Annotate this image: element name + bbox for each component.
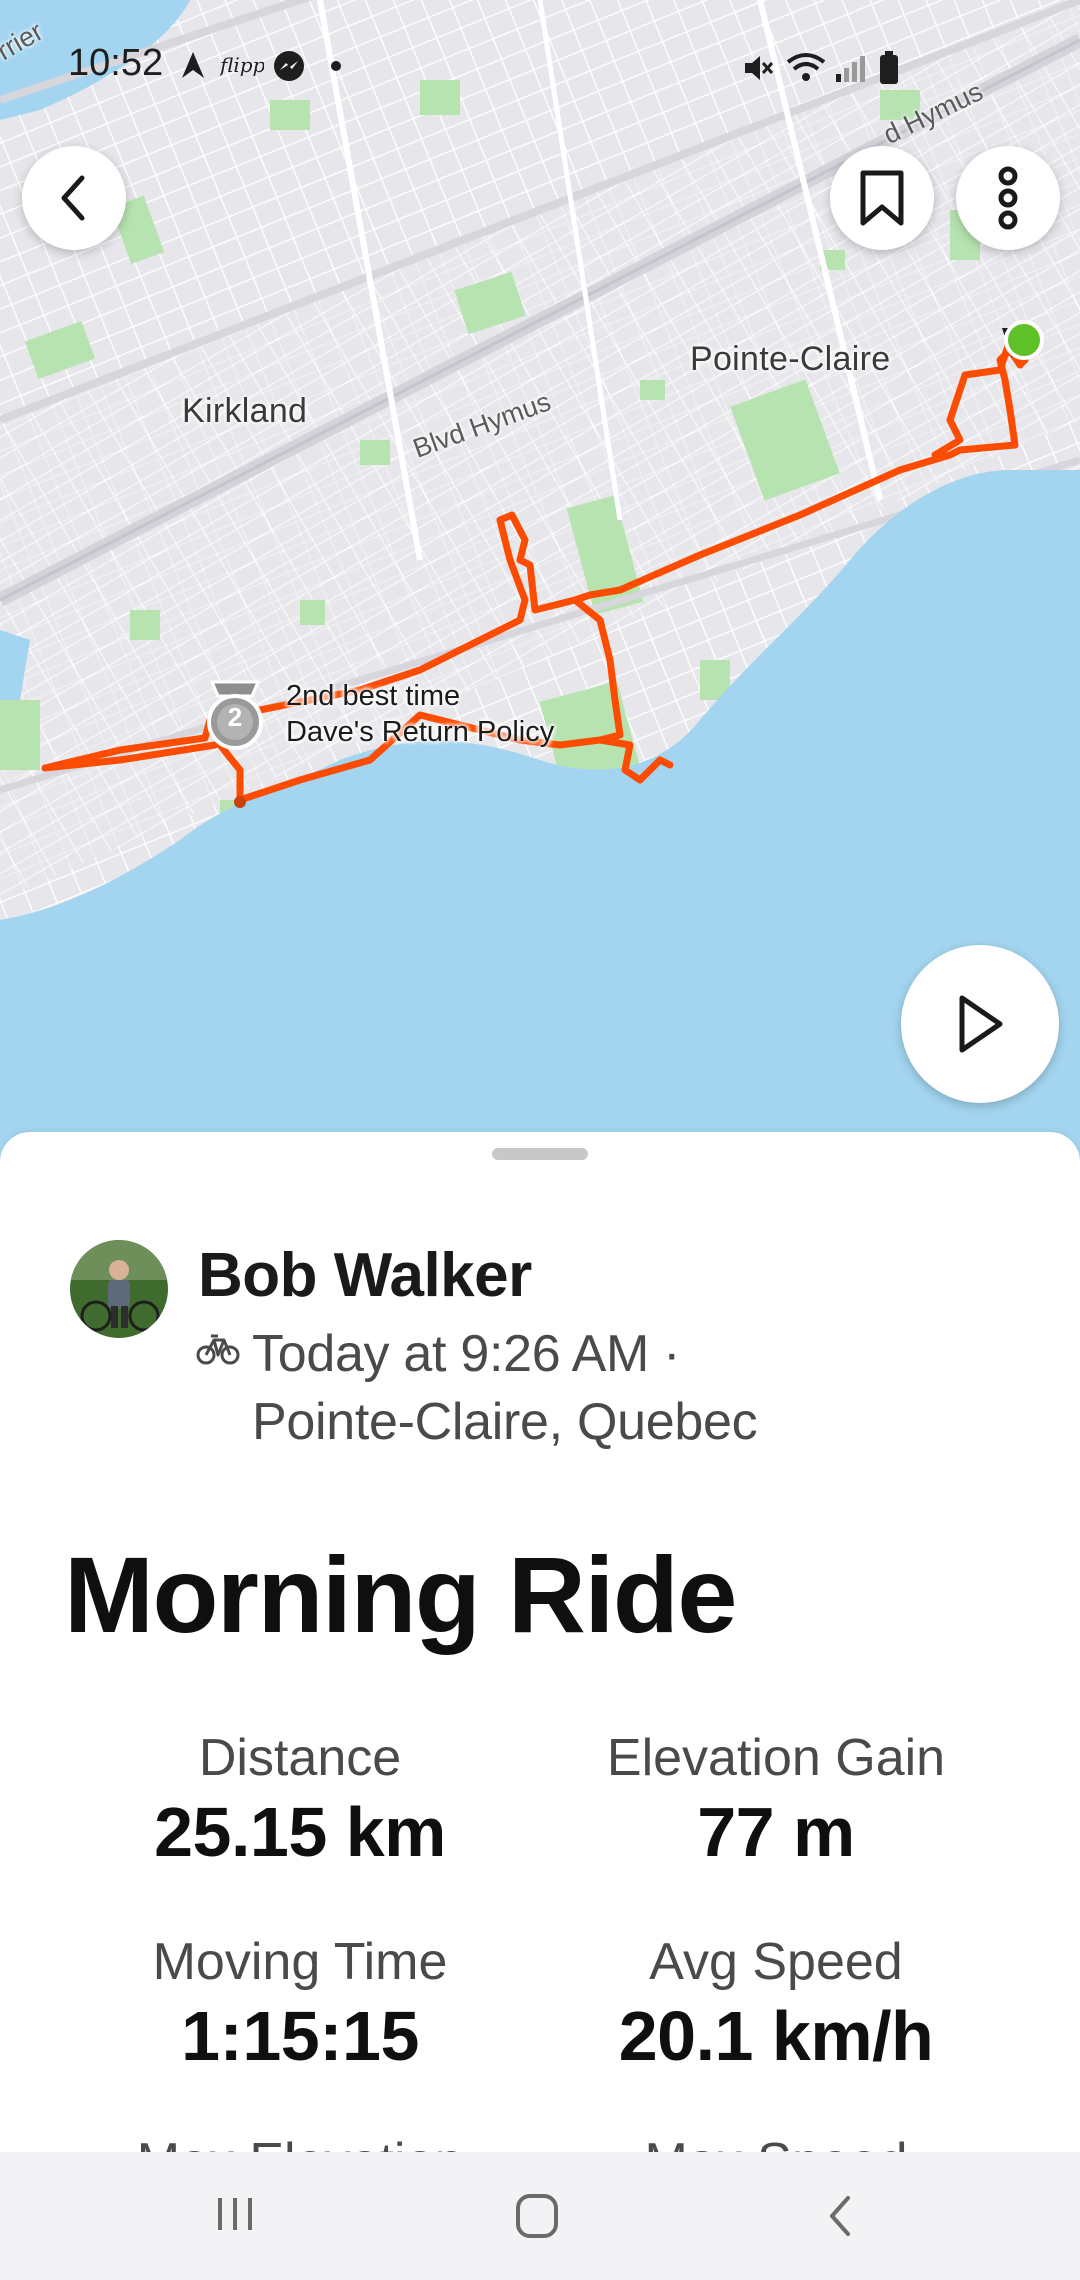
stat-value: 25.15 km — [154, 1793, 446, 1871]
bookmark-icon — [860, 170, 904, 226]
signal-icon — [836, 56, 865, 82]
segment-name: Dave's Return Policy — [286, 716, 555, 748]
map-label-kirkland: Kirkland — [182, 392, 308, 430]
avatar[interactable] — [70, 1240, 168, 1338]
activity-details-sheet[interactable]: Bob Walker Today at 9:26 AM · Pointe-Cla… — [0, 1132, 1080, 2152]
activity-title: Morning Ride — [64, 1534, 737, 1655]
stat-max-speed: Max Speed — [536, 2132, 1016, 2152]
stat-elevation-gain: Elevation Gain 77 m — [536, 1728, 1016, 1872]
stat-value: 1:15:15 — [181, 1997, 419, 2075]
home-icon[interactable] — [514, 2192, 560, 2240]
stat-max-elevation: Max Elevation — [60, 2132, 540, 2152]
stat-label: Avg Speed — [649, 1933, 903, 1991]
more-options-button[interactable] — [956, 146, 1060, 250]
recent-apps-icon[interactable] — [212, 2192, 258, 2236]
bookmark-button[interactable] — [830, 146, 934, 250]
stat-label: Elevation Gain — [606, 1729, 946, 1787]
more-vertical-icon — [998, 166, 1018, 230]
navigation-arrow-icon — [182, 52, 204, 78]
athlete-name[interactable]: Bob Walker — [198, 1240, 532, 1311]
back-button[interactable] — [22, 146, 126, 250]
map-label-pointe-claire: Pointe-Claire — [690, 340, 891, 378]
back-icon[interactable] — [820, 2192, 860, 2240]
activity-location: Pointe-Claire, Quebec — [252, 1393, 758, 1451]
status-bar: 10:52 flipp — [0, 0, 1080, 130]
stat-value: 77 m — [697, 1793, 855, 1871]
dot-icon — [331, 61, 341, 71]
stat-label: Distance — [198, 1729, 402, 1787]
stat-avg-speed: Avg Speed 20.1 km/h — [536, 1932, 1016, 2076]
start-marker — [1004, 320, 1044, 360]
flipp-app-icon: flipp — [220, 53, 264, 77]
stat-moving-time: Moving Time 1:15:15 — [60, 1932, 540, 2076]
drag-handle[interactable] — [492, 1148, 588, 1160]
medal-rank: 2 — [227, 702, 243, 732]
wifi-icon — [786, 53, 826, 81]
stat-distance: Distance 25.15 km — [60, 1728, 540, 1872]
segment-achievement-text: 2nd best time — [286, 680, 461, 712]
stat-value: 20.1 km/h — [618, 1997, 934, 2075]
activity-date: Today at 9:26 AM · — [252, 1325, 681, 1383]
battery-icon — [880, 51, 898, 84]
svg-text:flipp: flipp — [220, 53, 264, 77]
messenger-icon — [274, 51, 304, 81]
chevron-left-icon — [61, 175, 85, 221]
stat-label: Max Speed — [536, 2132, 1016, 2152]
system-nav-bar — [0, 2152, 1080, 2280]
status-time: 10:52 — [68, 42, 164, 84]
bike-icon — [196, 1334, 240, 1365]
play-icon — [959, 995, 1003, 1053]
route-map[interactable]: Kirkland Pointe-Claire Blvd Hymus d Hymu… — [0, 0, 1080, 1160]
flyover-play-button[interactable] — [901, 945, 1059, 1103]
mute-icon — [745, 56, 774, 80]
stat-label: Max Elevation — [60, 2132, 540, 2152]
stat-label: Moving Time — [152, 1933, 448, 1991]
